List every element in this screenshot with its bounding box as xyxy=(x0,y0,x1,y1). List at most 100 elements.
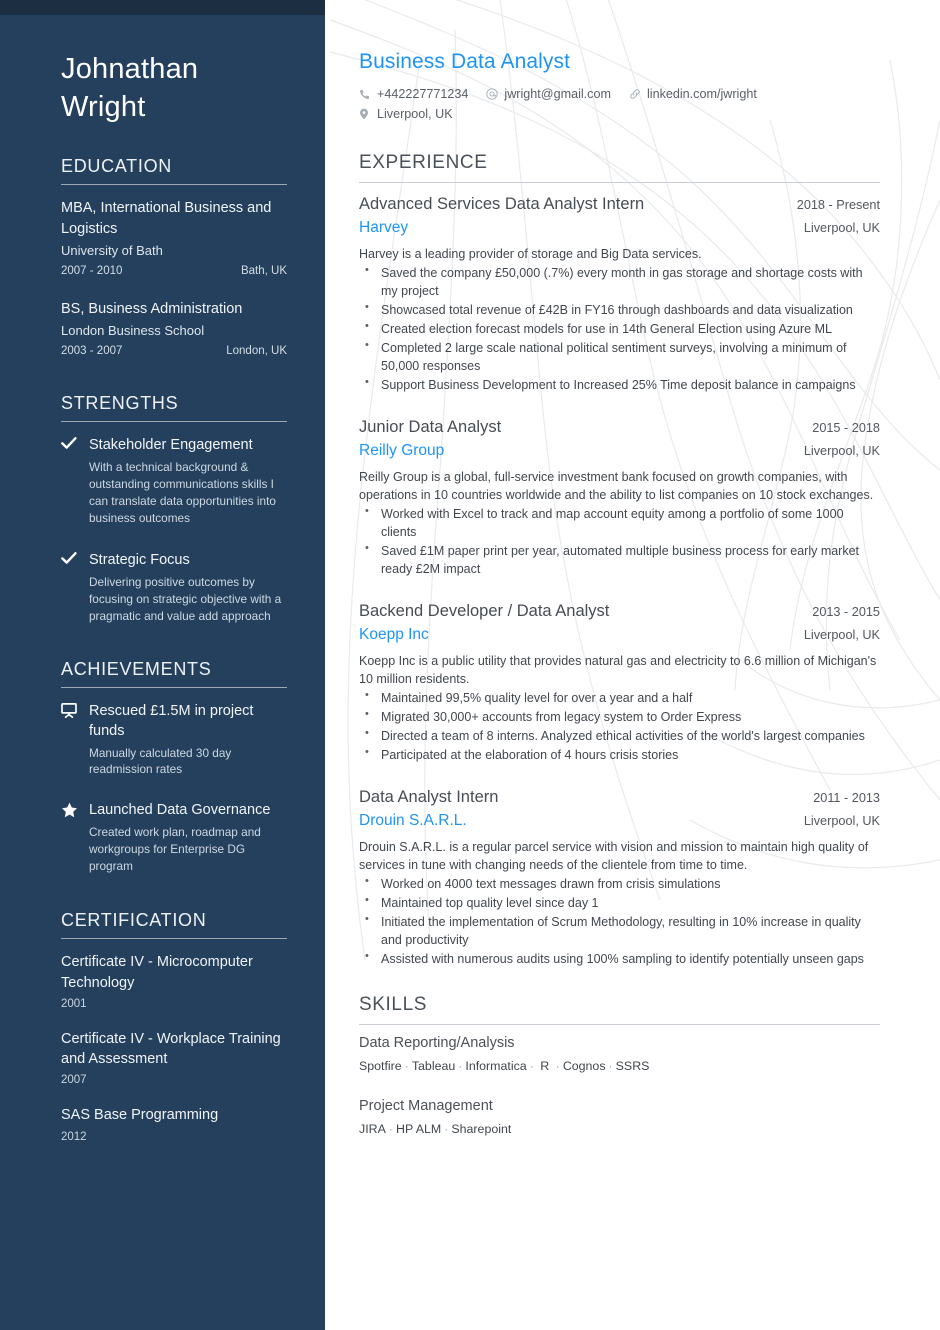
contact-location: Liverpool, UK xyxy=(359,105,453,125)
experience-dates: 2011 - 2013 xyxy=(813,790,880,805)
top-accent-bar xyxy=(0,0,325,15)
last-name: Wright xyxy=(61,90,146,123)
achievement-header: Rescued £1.5M in project funds xyxy=(61,701,287,741)
map-pin-icon xyxy=(359,108,372,120)
at-email-icon xyxy=(486,88,499,100)
experience-dates: 2015 - 2018 xyxy=(812,420,880,435)
skill-group: Project Management JIRA · HP ALM · Sharepoin… xyxy=(359,1098,880,1139)
strength-header: Stakeholder Engagement xyxy=(61,435,287,455)
skill-item: JIRA xyxy=(359,1121,386,1136)
skill-separator: · xyxy=(444,1121,449,1136)
experience-company-row: Koepp Inc Liverpool, UK xyxy=(359,624,880,646)
experience-bullet: Migrated 30,000+ accounts from legacy sy… xyxy=(359,707,880,726)
skill-item: Spotfire xyxy=(359,1058,402,1073)
presentation-easel-icon xyxy=(61,701,78,718)
strength-header: Strategic Focus xyxy=(61,550,287,570)
experience-company: Harvey xyxy=(359,219,409,237)
skill-item: SSRS xyxy=(615,1058,650,1073)
experience-bullets: Worked on 4000 text messages drawn from … xyxy=(359,874,880,968)
certification-year: 2012 xyxy=(61,1130,87,1143)
certification-title: Certificate IV - Microcomputer Technolog… xyxy=(61,954,253,991)
education-heading: EDUCATION xyxy=(61,156,172,177)
education-divider xyxy=(61,184,287,186)
experience-bullet: Created election forecast models for use… xyxy=(359,319,880,338)
certification-divider xyxy=(61,938,287,940)
experience-title-row: Backend Developer / Data Analyst 2013 - … xyxy=(359,600,880,622)
experience-company-row: Drouin S.A.R.L. Liverpool, UK xyxy=(359,810,880,832)
experience-item: Backend Developer / Data Analyst 2013 - … xyxy=(359,600,880,764)
contact-email[interactable]: jwright@gmail.com xyxy=(486,85,611,105)
skill-item: R xyxy=(536,1058,553,1073)
education-location: Bath, UK xyxy=(240,264,287,277)
resume-page: Johnathan Wright EDUCATION MBA, Internat… xyxy=(0,0,940,1330)
experience-bullet: Maintained top quality level since day 1 xyxy=(359,893,880,912)
experience-summary: Reilly Group is a global, full-service i… xyxy=(359,469,874,502)
education-section: EDUCATION MBA, International Business an… xyxy=(61,156,287,357)
experience-bullet: Worked with Excel to track and map accou… xyxy=(359,504,880,541)
education-school: London Business School xyxy=(61,323,205,339)
skill-separator: · xyxy=(404,1058,409,1073)
education-meta: 2003 - 2007 London, UK xyxy=(61,345,287,357)
experience-position: Advanced Services Data Analyst Intern xyxy=(359,195,645,214)
experience-title-row: Advanced Services Data Analyst Intern 20… xyxy=(359,193,880,215)
experience-title-row: Junior Data Analyst 2015 - 2018 xyxy=(359,416,880,438)
experience-summary: Koepp Inc is a public utility that provi… xyxy=(359,653,877,686)
achievement-description: Manually calculated 30 day readmission r… xyxy=(89,745,232,777)
certification-heading: CERTIFICATION xyxy=(61,910,207,931)
phone-icon xyxy=(359,89,372,100)
strength-title: Strategic Focus xyxy=(89,552,190,569)
experience-bullet: Participated at the elaboration of 4 hou… xyxy=(359,745,880,764)
experience-location: Liverpool, UK xyxy=(803,444,880,459)
certification-title: Certificate IV - Workplace Training and … xyxy=(61,1030,281,1068)
strengths-section: STRENGTHS Stakeholder Engagement With a … xyxy=(61,393,287,624)
experience-position: Junior Data Analyst xyxy=(359,417,502,436)
skill-category: Data Reporting/Analysis xyxy=(359,1034,515,1051)
experience-bullet: Worked on 4000 text messages drawn from … xyxy=(359,874,880,893)
experience-bullet: Support Business Development to Increase… xyxy=(359,375,880,394)
experience-summary: Harvey is a leading provider of storage … xyxy=(359,246,702,261)
contact-info: +442227771234 jwright@gmail.com linkedin… xyxy=(359,85,880,124)
contact-location-text: Liverpool, UK xyxy=(377,106,453,121)
achievements-divider xyxy=(61,686,287,688)
achievements-section: ACHIEVEMENTS Rescued £1.5M in project fu… xyxy=(61,659,287,875)
strengths-heading: STRENGTHS xyxy=(61,393,179,414)
achievement-header: Launched Data Governance xyxy=(61,800,287,820)
link-icon xyxy=(629,88,642,100)
experience-location: Liverpool, UK xyxy=(803,221,880,236)
experience-bullets: Worked with Excel to track and map accou… xyxy=(359,504,880,578)
contact-linkedin[interactable]: linkedin.com/jwright xyxy=(629,85,757,105)
strength-description: With a technical background & outstandin… xyxy=(89,460,276,525)
education-item: MBA, International Business and Logistic… xyxy=(61,198,287,277)
experience-position: Backend Developer / Data Analyst xyxy=(359,601,610,620)
certification-year: 2007 xyxy=(61,1074,87,1087)
contact-phone[interactable]: +442227771234 xyxy=(359,85,468,105)
education-dates: 2003 - 2007 xyxy=(61,345,123,358)
education-dates: 2007 - 2010 xyxy=(61,264,123,277)
experience-bullet: Saved the company £50,000 (.7%) every mo… xyxy=(359,263,880,300)
strengths-divider xyxy=(61,421,287,423)
skill-category: Project Management xyxy=(359,1097,493,1114)
experience-bullets: Maintained 99,5% quality level for over … xyxy=(359,688,880,764)
skill-separator: · xyxy=(458,1058,463,1073)
star-icon xyxy=(61,800,78,818)
skill-separator: · xyxy=(529,1058,534,1073)
experience-location: Liverpool, UK xyxy=(803,814,880,829)
education-degree: BS, Business Administration xyxy=(61,300,243,317)
skill-item: Cognos xyxy=(562,1058,606,1073)
contact-phone-text: +442227771234 xyxy=(377,87,469,101)
skills-section: SKILLS Data Reporting/Analysis Spotfire ·… xyxy=(359,994,880,1139)
candidate-name: Johnathan Wright xyxy=(61,15,287,126)
page-title: Business Data Analyst xyxy=(359,50,571,73)
experience-bullet: Directed a team of 8 interns. Analyzed e… xyxy=(359,726,880,745)
experience-bullet: Showcased total revenue of £42B in FY16 … xyxy=(359,300,880,319)
achievement-title: Rescued £1.5M in project funds xyxy=(89,702,254,739)
achievement-title: Launched Data Governance xyxy=(89,802,271,819)
skill-group: Data Reporting/Analysis Spotfire · Tableau… xyxy=(359,1035,880,1076)
experience-company: Koepp Inc xyxy=(359,626,429,644)
experience-dates: 2013 - 2015 xyxy=(812,604,880,619)
experience-title-row: Data Analyst Intern 2011 - 2013 xyxy=(359,786,880,808)
experience-dates: 2018 - Present xyxy=(796,198,880,213)
skill-separator: · xyxy=(555,1058,560,1073)
education-school: University of Bath xyxy=(61,242,163,258)
experience-company: Drouin S.A.R.L. xyxy=(359,812,467,830)
